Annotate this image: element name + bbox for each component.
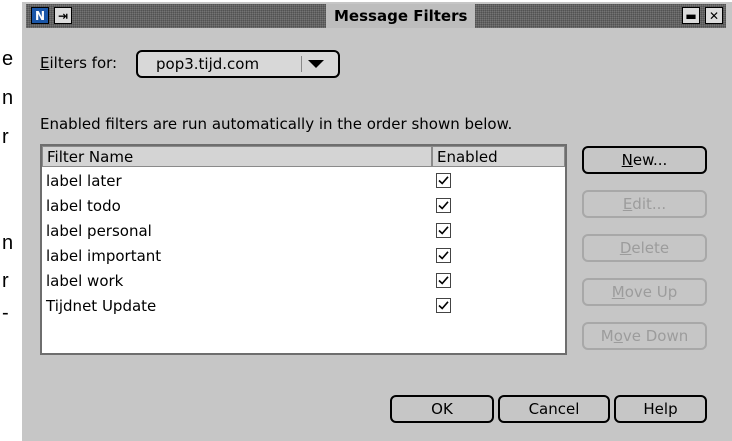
background-text: r xyxy=(2,270,9,292)
move-down-button[interactable]: Mo ve Down xyxy=(582,322,707,350)
enabled-checkbox[interactable] xyxy=(436,173,451,188)
enabled-checkbox[interactable] xyxy=(436,298,451,313)
enabled-checkbox[interactable] xyxy=(436,273,451,288)
enabled-checkbox[interactable] xyxy=(436,223,451,238)
window-menu-icon[interactable]: ⇥ xyxy=(54,7,72,24)
account-dropdown-value: pop3.tijd.com xyxy=(156,55,260,73)
filter-row-name[interactable]: label todo xyxy=(46,195,121,217)
ok-button[interactable]: OK xyxy=(390,395,494,423)
background-text: n xyxy=(2,232,14,254)
new-button[interactable]: New... xyxy=(582,146,707,174)
help-button[interactable]: Help xyxy=(614,395,707,423)
checkmark-icon xyxy=(438,251,449,260)
checkmark-icon xyxy=(438,226,449,235)
background-text: e xyxy=(2,48,14,70)
filter-row-name[interactable]: label important xyxy=(46,245,161,267)
message-filters-dialog: N ⇥ Message Filters ▬ ✕ Eilters for: pop… xyxy=(20,0,732,441)
filters-for-label: Eilters for: xyxy=(40,54,118,72)
checkmark-icon xyxy=(438,276,449,285)
background-text: r xyxy=(2,126,9,148)
filter-row-name[interactable]: Tijdnet Update xyxy=(46,295,156,317)
list-header: Filter Name Enabled xyxy=(42,146,565,168)
delete-button[interactable]: Delete xyxy=(582,234,707,262)
background-text: n xyxy=(2,87,14,109)
background-window-edge: e n r n r - xyxy=(0,0,20,441)
checkmark-icon xyxy=(438,301,449,310)
filter-row-name[interactable]: label work xyxy=(46,270,123,292)
enabled-checkbox[interactable] xyxy=(436,248,451,263)
close-icon[interactable]: ✕ xyxy=(705,7,723,24)
edit-button[interactable]: Edit... xyxy=(582,190,707,218)
checkmark-icon xyxy=(438,201,449,210)
minimize-icon[interactable]: ▬ xyxy=(682,7,700,24)
window-title: Message Filters xyxy=(326,4,476,28)
column-header-enabled[interactable]: Enabled xyxy=(432,146,565,167)
chevron-down-icon xyxy=(301,56,330,72)
filter-row-name[interactable]: label later xyxy=(46,170,122,192)
cancel-button[interactable]: Cancel xyxy=(498,395,610,423)
account-dropdown[interactable]: pop3.tijd.com xyxy=(136,50,340,78)
filter-list[interactable]: Filter Name Enabled label later label tod… xyxy=(40,144,567,355)
background-text: - xyxy=(2,302,9,324)
enabled-checkbox[interactable] xyxy=(436,198,451,213)
info-text: Enabled filters are run automatically in… xyxy=(40,115,513,133)
move-up-button[interactable]: Move Up xyxy=(582,278,707,306)
checkmark-icon xyxy=(438,176,449,185)
column-header-filter-name[interactable]: Filter Name xyxy=(42,146,432,167)
filter-row-name[interactable]: label personal xyxy=(46,220,152,242)
app-icon[interactable]: N xyxy=(31,7,49,24)
title-bar[interactable]: N ⇥ Message Filters ▬ ✕ xyxy=(26,4,726,28)
